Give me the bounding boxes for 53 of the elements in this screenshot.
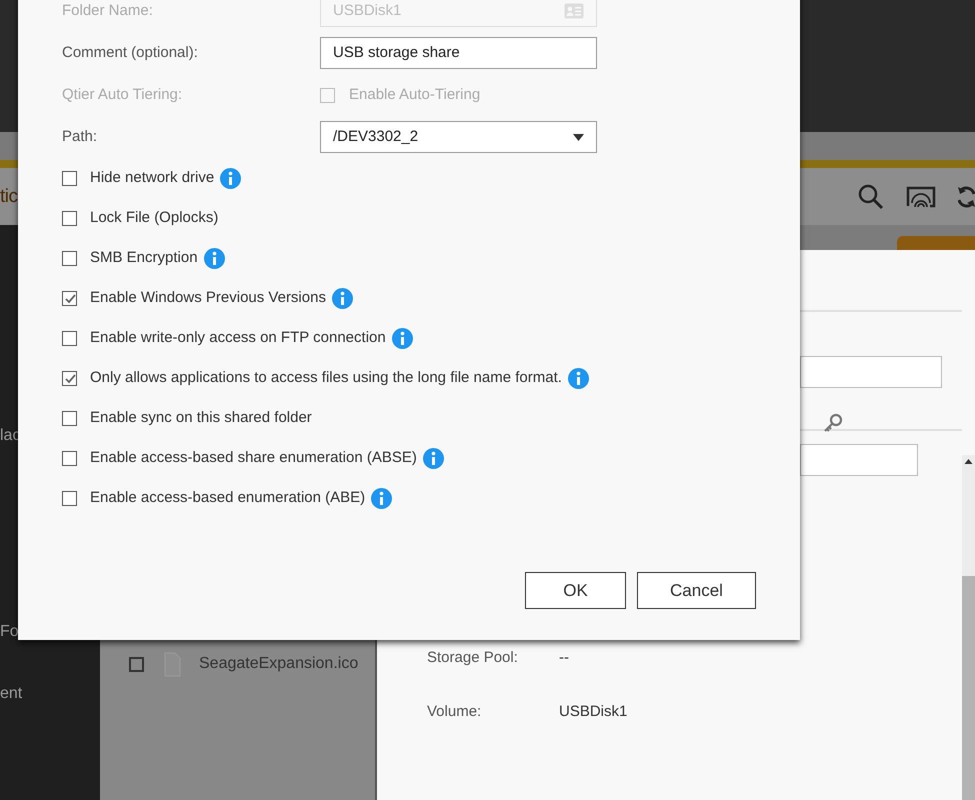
input-field[interactable] bbox=[800, 444, 918, 476]
field-value: USBDisk1 bbox=[559, 702, 628, 722]
input-field[interactable] bbox=[800, 356, 942, 388]
checkbox-label: Enable Windows Previous Versions bbox=[90, 288, 326, 308]
checkbox[interactable] bbox=[62, 290, 77, 306]
file-name[interactable]: SeagateExpansion.ico bbox=[199, 652, 358, 676]
app-title: tic bbox=[0, 187, 18, 206]
checkbox[interactable] bbox=[62, 210, 77, 226]
refresh-icon[interactable] bbox=[958, 184, 975, 208]
field-label: Volume: bbox=[427, 702, 482, 722]
info-icon[interactable] bbox=[422, 448, 444, 468]
info-icon[interactable] bbox=[204, 248, 225, 268]
checkbox-label: SMB Encryption bbox=[90, 248, 198, 268]
checkbox-label: Hide network drive bbox=[90, 168, 214, 188]
check-icon bbox=[64, 372, 76, 384]
search-icon[interactable] bbox=[858, 184, 884, 210]
checkbox[interactable] bbox=[62, 410, 77, 426]
cancel-button[interactable]: Cancel bbox=[637, 572, 756, 609]
checkbox[interactable] bbox=[62, 450, 77, 466]
input-field[interactable]: USB storage share bbox=[320, 37, 597, 69]
field-label: Qtier Auto Tiering: bbox=[62, 84, 184, 105]
sidebar-item[interactable]: ent bbox=[0, 686, 100, 702]
ok-button[interactable]: OK bbox=[525, 572, 626, 609]
checkbox-label: Enable access-based share enumeration (ABSE) bbox=[90, 448, 417, 468]
info-icon[interactable] bbox=[332, 288, 353, 308]
field-label: Path: bbox=[62, 126, 98, 147]
field-label: Folder Name: bbox=[62, 0, 154, 21]
path-dropdown[interactable]: /DEV3302_2 bbox=[320, 121, 597, 153]
info-icon[interactable] bbox=[568, 368, 589, 388]
info-icon[interactable] bbox=[220, 168, 242, 188]
field-value: -- bbox=[559, 648, 569, 668]
checkbox[interactable] bbox=[62, 250, 77, 266]
field-label: Storage Pool: bbox=[427, 648, 519, 668]
checkbox[interactable] bbox=[62, 370, 77, 386]
checkbox-label: Enable access-based enumeration (ABE) bbox=[90, 488, 366, 508]
cast-icon[interactable] bbox=[906, 186, 936, 208]
checkbox-label: Enable sync on this shared folder bbox=[90, 408, 312, 428]
field-label: Comment (optional): bbox=[62, 42, 199, 63]
checkbox-label: Lock File (Oplocks) bbox=[90, 208, 218, 228]
checkbox[interactable] bbox=[62, 330, 77, 346]
scrollbar-thumb[interactable] bbox=[962, 576, 975, 800]
checkbox-label: Enable write-only access on FTP connection bbox=[90, 328, 386, 348]
checkbox[interactable] bbox=[62, 490, 77, 506]
scrollbar[interactable] bbox=[962, 455, 975, 800]
key-icon bbox=[823, 413, 843, 434]
checkbox-label: Enable Auto-Tiering bbox=[349, 84, 480, 105]
checkbox[interactable] bbox=[129, 656, 144, 672]
checkbox[interactable] bbox=[62, 170, 77, 186]
info-icon[interactable] bbox=[371, 488, 392, 508]
contact-card-icon bbox=[564, 3, 584, 19]
check-icon bbox=[64, 292, 76, 304]
checkbox-label: Only allows applications to access files using the long file name format. bbox=[90, 368, 562, 388]
info-icon[interactable] bbox=[392, 328, 413, 348]
